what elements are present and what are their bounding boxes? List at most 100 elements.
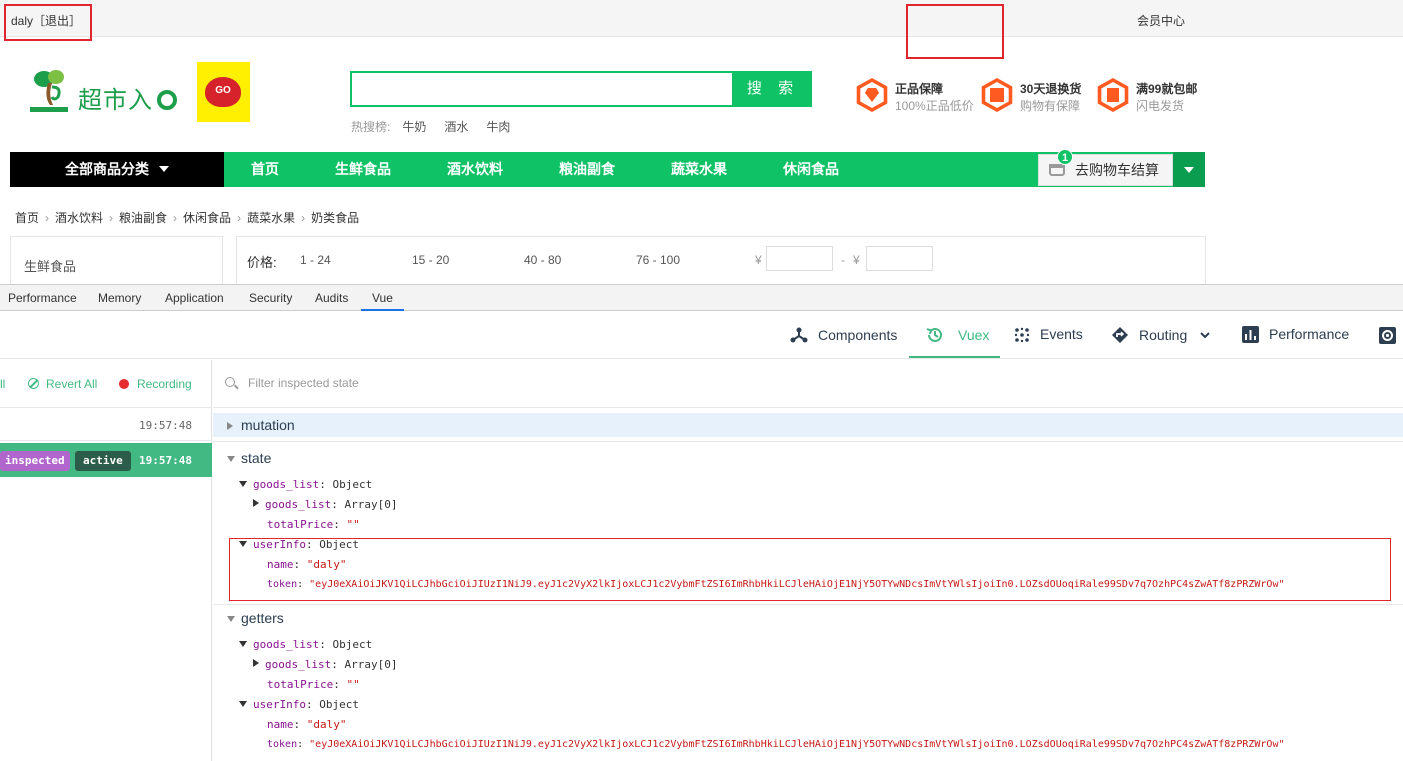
search-button[interactable]: 搜 索 [734,71,812,107]
tab-security[interactable]: Security [243,285,298,311]
getter-node-userinfo[interactable]: userInfo: Object [239,697,359,713]
vuex-tab-highlight [906,4,1004,59]
price-min-input[interactable] [766,246,833,271]
cart-count-badge: 1 [1057,149,1073,165]
price-range-option[interactable]: 76 - 100 [636,253,680,267]
nav-item-fresh[interactable]: 生鲜食品 [335,152,391,187]
ring-icon [157,90,177,110]
user-logout-link[interactable]: daly［退出］ [4,4,92,41]
nav-item-veg[interactable]: 蔬菜水果 [671,152,727,187]
history-entry-active[interactable]: inspected active 19:57:48 [0,443,212,477]
nav-item-grain[interactable]: 粮油副食 [559,152,615,187]
search-input[interactable] [350,71,734,107]
vue-tab-performance[interactable]: Performance [1242,326,1349,343]
nav-item-drinks[interactable]: 酒水饮料 [447,152,503,187]
price-range-option[interactable]: 1 - 24 [300,253,331,267]
vue-tab-components[interactable]: Components [790,326,897,344]
inspected-badge: inspected [0,451,70,471]
breadcrumb-item[interactable]: 粮油副食 [119,211,167,225]
userinfo-highlight [229,538,1391,601]
getter-node-total-price: totalPrice: "" [267,678,360,691]
top-bar: 会员中心 [0,0,1403,37]
record-icon [119,379,129,389]
recording-toggle[interactable]: Recording [119,377,192,391]
entry-time: 19:57:48 [139,419,192,432]
all-categories-button[interactable]: 全部商品分类 [10,152,224,187]
caret-down-icon [1184,167,1194,173]
nav-item-snacks[interactable]: 休闲食品 [783,152,839,187]
price-range-option[interactable]: 15 - 20 [412,253,449,267]
hot-item[interactable]: 牛肉 [486,120,510,134]
tree-node-goods-list[interactable]: goods_list: Object [239,477,372,493]
divider [213,441,1403,442]
chevron-right-icon: › [173,211,178,225]
bar-chart-icon [1242,326,1259,343]
promise-title: 满99就包邮 [1136,82,1198,96]
entry-time: 19:57:48 [139,454,192,467]
tab-vue[interactable]: Vue [361,285,404,311]
history-entry[interactable]: 19:57:48 [0,408,212,441]
history-toolbar: ll Revert All Recording [0,360,212,408]
active-badge: active [75,451,131,471]
section-state[interactable]: state [213,446,1403,470]
active-tab-indicator [909,356,1000,358]
cart-label: 去购物车结算 [1075,162,1159,178]
price-range-option[interactable]: 40 - 80 [524,253,561,267]
hot-item[interactable]: 酒水 [444,120,468,134]
price-max-input[interactable] [866,246,933,271]
revert-icon [28,378,39,389]
main-nav: 全部商品分类 首页 生鲜食品 酒水饮料 粮油副食 蔬菜水果 休闲食品 1 去购物… [10,149,1205,187]
promise-sub: 100%正品低价 [895,99,974,113]
hot-item[interactable]: 牛奶 [402,120,426,134]
expand-icon [253,499,259,507]
price-label: 价格: [247,255,277,270]
tab-performance[interactable]: Performance [2,285,83,311]
nav-item-home[interactable]: 首页 [251,152,279,187]
member-center-link[interactable]: 会员中心 [1137,12,1185,29]
range-dash: - [841,253,845,267]
tree-node-goods-list-array[interactable]: goods_list: Array[0] [253,497,397,513]
vue-tab-routing[interactable]: Routing [1111,326,1211,344]
breadcrumb-item[interactable]: 首页 [15,211,39,225]
getter-node-token: token: "eyJ0eXAiOiJKV1QiLCJhbGciOiJIUzI1… [267,739,1285,750]
chevron-right-icon: › [109,211,114,225]
cart-dropdown-button[interactable] [1173,152,1205,187]
events-icon [1014,327,1030,343]
vue-tab-events[interactable]: Events [1014,326,1083,343]
logo-text: 超市入 [78,80,177,115]
heart-icon: GO [205,77,241,107]
promise-sub: 闪电发货 [1136,99,1185,113]
currency-symbol: ¥ [853,253,860,267]
tree-node-total-price: totalPrice: "" [267,518,360,531]
breadcrumb-item[interactable]: 蔬菜水果 [247,211,295,225]
tab-memory[interactable]: Memory [92,285,147,311]
getter-node-goods-list-array[interactable]: goods_list: Array[0] [253,657,397,673]
filter-state-input[interactable]: Filter inspected state [248,376,359,390]
category-filter[interactable]: 生鲜食品 [10,236,223,284]
go-badge: GO [197,62,250,122]
revert-all-button[interactable]: Revert All [28,377,97,391]
promise-title: 30天退换货 [1020,82,1082,96]
getter-node-goods-list[interactable]: goods_list: Object [239,637,372,653]
devtools-tabbar: Performance Memory Application Security … [0,284,1403,311]
vue-tab-vuex[interactable]: Vuex [926,326,989,344]
chevron-right-icon: › [301,211,306,225]
breadcrumb-item[interactable]: 休闲食品 [183,211,231,225]
cart-button[interactable]: 1 去购物车结算 [1038,149,1173,186]
tab-application[interactable]: Application [159,285,230,311]
chevron-right-icon: › [45,211,50,225]
hot-search: 热搜榜: 牛奶 酒水 牛肉 [351,118,528,135]
getter-node-name: name: "daly" [267,718,347,731]
section-getters[interactable]: getters [213,606,1403,630]
commit-all-button[interactable]: ll [0,377,5,391]
expand-icon [227,422,233,430]
collapse-icon [239,701,247,707]
section-mutation[interactable]: mutation [213,413,1403,437]
breadcrumb-item[interactable]: 酒水饮料 [55,211,103,225]
breadcrumb-item[interactable]: 奶类食品 [311,211,359,225]
collapse-icon [227,456,235,462]
settings-icon[interactable] [1379,327,1396,344]
site-logo[interactable]: 超市入 GO [28,62,258,122]
chevron-down-icon [1200,332,1210,339]
tab-audits[interactable]: Audits [309,285,354,311]
